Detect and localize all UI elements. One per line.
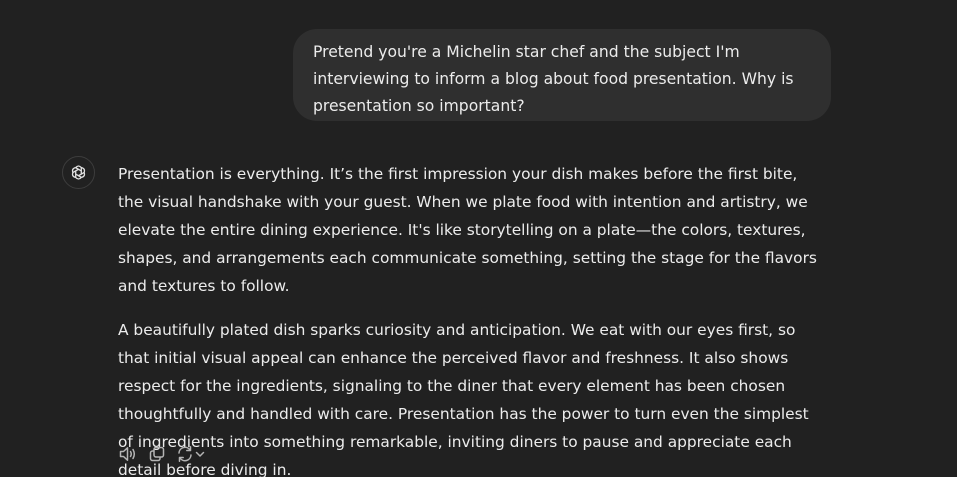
regenerate-button[interactable] (176, 443, 206, 465)
response-paragraph-1: Presentation is everything. It’s the fir… (118, 165, 817, 295)
assistant-avatar (62, 156, 95, 189)
user-message-bubble: Pretend you're a Michelin star chef and … (293, 29, 831, 121)
openai-logo-icon (70, 165, 87, 180)
user-message-text: Pretend you're a Michelin star chef and … (313, 43, 794, 115)
read-aloud-button[interactable] (118, 443, 138, 465)
assistant-response: Presentation is everything. It’s the fir… (118, 160, 818, 477)
speaker-icon (119, 447, 136, 461)
regenerate-icon (178, 446, 192, 462)
message-actions (118, 443, 206, 465)
response-paragraph-2: A beautifully plated dish sparks curiosi… (118, 321, 809, 477)
chevron-down-icon[interactable] (194, 445, 206, 463)
copy-icon (149, 446, 165, 462)
copy-button[interactable] (148, 443, 166, 465)
